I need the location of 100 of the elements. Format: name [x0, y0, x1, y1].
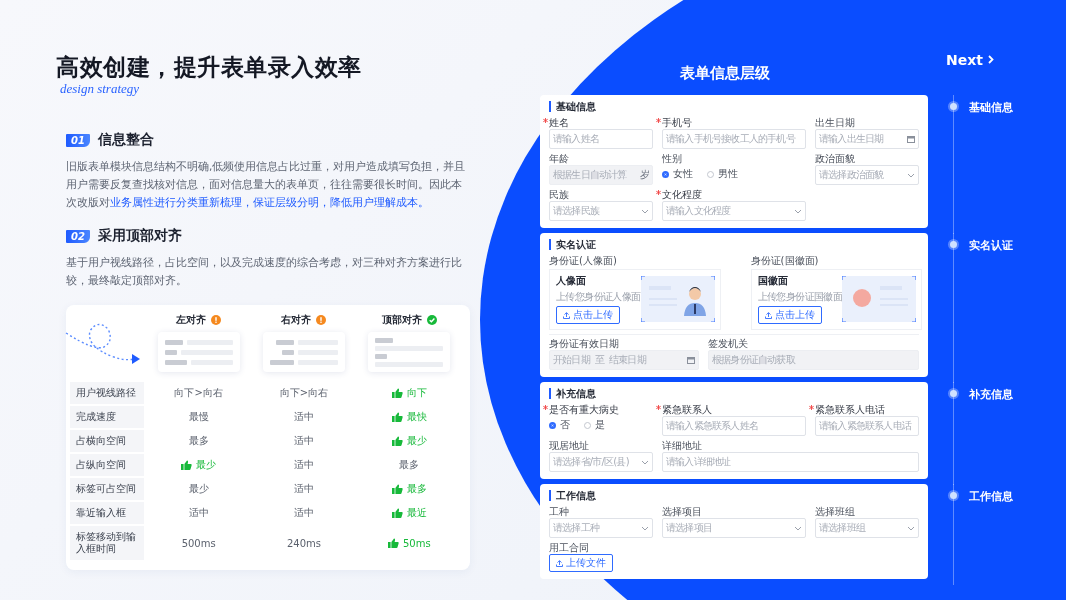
table-cell: 最快: [358, 407, 460, 427]
table-cell: 最少: [358, 431, 460, 451]
readonly-field: 根据生日自动计算 岁: [549, 165, 653, 185]
chevron-down-icon: [641, 525, 649, 531]
table-cell-text: 最多: [398, 458, 421, 472]
text-field[interactable]: 请输入详细地址: [662, 452, 919, 472]
radio-button[interactable]: [549, 421, 556, 429]
radio-option[interactable]: 女性: [662, 167, 693, 181]
section-text: 基于用户视线路径，占比空间，以及完成速度的综合考虑，对三种对齐方案进行比较，最终敲定顶部对齐。: [66, 255, 463, 288]
asterisk-icon: [543, 118, 548, 123]
table-cell-text: 适中: [293, 506, 315, 520]
table-cell-text: 适中: [293, 434, 315, 448]
timeline-dot: [950, 241, 957, 248]
field-label: 民族: [549, 188, 569, 201]
row-label: 标签可占空间: [70, 478, 144, 500]
section-title: 信息整合: [97, 131, 154, 149]
date-range-field[interactable]: 开始日期 至 结束日期: [549, 350, 699, 370]
select-field[interactable]: 请选择民族: [549, 201, 653, 221]
row-label: 占纵向空间: [70, 454, 144, 476]
step-label[interactable]: 实名认证: [969, 238, 1013, 253]
card-title: 基础信息: [549, 101, 919, 112]
timeline-dot: [950, 103, 957, 110]
radio-option[interactable]: 是: [584, 418, 605, 432]
table-cell-text: 500ms: [180, 536, 217, 551]
table-cell-text: 最多: [187, 434, 210, 448]
upload-button[interactable]: 点击上传: [757, 306, 822, 324]
field-label: 出生日期: [815, 116, 855, 129]
table-cell-text: 最慢: [187, 410, 210, 424]
asterisk-icon: [656, 118, 661, 123]
upload-icon: [563, 311, 570, 319]
timeline-dot: [950, 390, 957, 397]
column-title: 右对齐: [281, 313, 312, 327]
radio-option[interactable]: 否: [549, 418, 570, 432]
row-label: 完成速度: [70, 406, 144, 428]
row-label: 靠近输入框: [70, 502, 144, 524]
field-label: 政治面貌: [815, 152, 855, 165]
table-cell: 最多: [358, 479, 460, 499]
table-cell: 最近: [358, 503, 460, 523]
thumbs-up-icon: [391, 436, 403, 446]
text-field[interactable]: 请输入手机号接收工人的手机号: [662, 129, 806, 149]
field-label: 工种: [549, 505, 569, 518]
upload-button[interactable]: 点击上传: [556, 306, 620, 324]
field-label: 手机号: [662, 116, 692, 129]
select-field[interactable]: 请输入文化程度: [662, 201, 806, 221]
field-label: 是否有重大病史: [549, 403, 619, 416]
chevron-down-icon: [641, 459, 649, 465]
date-field[interactable]: 请输入出生日期: [815, 129, 919, 149]
asterisk-icon: [543, 405, 548, 410]
text-field[interactable]: 请输入紧急联系人电话: [815, 416, 919, 436]
asterisk-icon: [656, 405, 661, 410]
select-field[interactable]: 请选择工种: [549, 518, 653, 538]
upload-icon: [764, 311, 772, 319]
card-title: 补充信息: [549, 388, 919, 399]
upload-button[interactable]: 上传文件: [549, 554, 613, 572]
asterisk-icon: [656, 190, 661, 195]
field-label: 选择项目: [662, 505, 702, 518]
asterisk-icon: [809, 405, 814, 410]
field-label: 身份证(国徽面): [750, 254, 820, 267]
table-cell: 最少: [148, 455, 250, 475]
step-label[interactable]: 补充信息: [969, 387, 1013, 402]
radio-option[interactable]: 男性: [707, 167, 738, 181]
field-label: 紧急联系人: [662, 403, 712, 416]
table-cell-text: 240ms: [285, 536, 322, 551]
text-field[interactable]: 请输入紧急联系人姓名: [662, 416, 806, 436]
radio-button[interactable]: [707, 170, 714, 178]
radio-button[interactable]: [584, 421, 591, 429]
chevron-down-icon: [907, 172, 915, 178]
timeline-dot: [950, 492, 957, 499]
thumbs-up-icon: [391, 388, 403, 398]
table-cell: 向下: [358, 383, 460, 403]
chevron-down-icon: [794, 208, 802, 214]
select-field[interactable]: 请选择省/市/区(县): [549, 452, 653, 472]
chevron-down-icon: [907, 525, 915, 531]
text-field[interactable]: 请输入姓名: [549, 129, 653, 149]
radio-button[interactable]: [662, 170, 669, 178]
next-link[interactable]: Next: [946, 51, 994, 68]
thumbs-up-icon: [391, 508, 403, 518]
card-title: 工作信息: [549, 490, 919, 501]
chevron-down-icon: [794, 525, 802, 531]
step-label[interactable]: 基础信息: [969, 100, 1013, 115]
table-cell: 50ms: [358, 533, 460, 553]
table-cell-text: 适中: [293, 482, 315, 496]
field-label: 现居地址: [549, 439, 589, 452]
field-label: 选择班组: [815, 505, 855, 518]
field-label: 身份证(人像面): [549, 254, 618, 267]
thumbs-up-icon: [181, 460, 193, 470]
field-label: 文化程度: [662, 188, 702, 201]
unit-label: 岁: [639, 168, 649, 182]
field-label: 紧急联系人电话: [815, 403, 885, 416]
field-label: 用工合同: [549, 541, 589, 554]
select-field[interactable]: 请选择政治面貌: [815, 165, 919, 185]
step-label[interactable]: 工作信息: [969, 489, 1013, 504]
upload-hint: 上传您身份证国徽面: [757, 290, 843, 304]
table-cell-text: 最少: [187, 482, 210, 496]
select-field[interactable]: 请选择班组: [815, 518, 919, 538]
field-label: 性别: [662, 152, 682, 165]
select-field[interactable]: 请选择项目: [662, 518, 806, 538]
field-label: 身份证有效日期: [549, 337, 619, 350]
chevron-right-icon: [988, 55, 994, 64]
field-label: 签发机关: [708, 337, 748, 350]
